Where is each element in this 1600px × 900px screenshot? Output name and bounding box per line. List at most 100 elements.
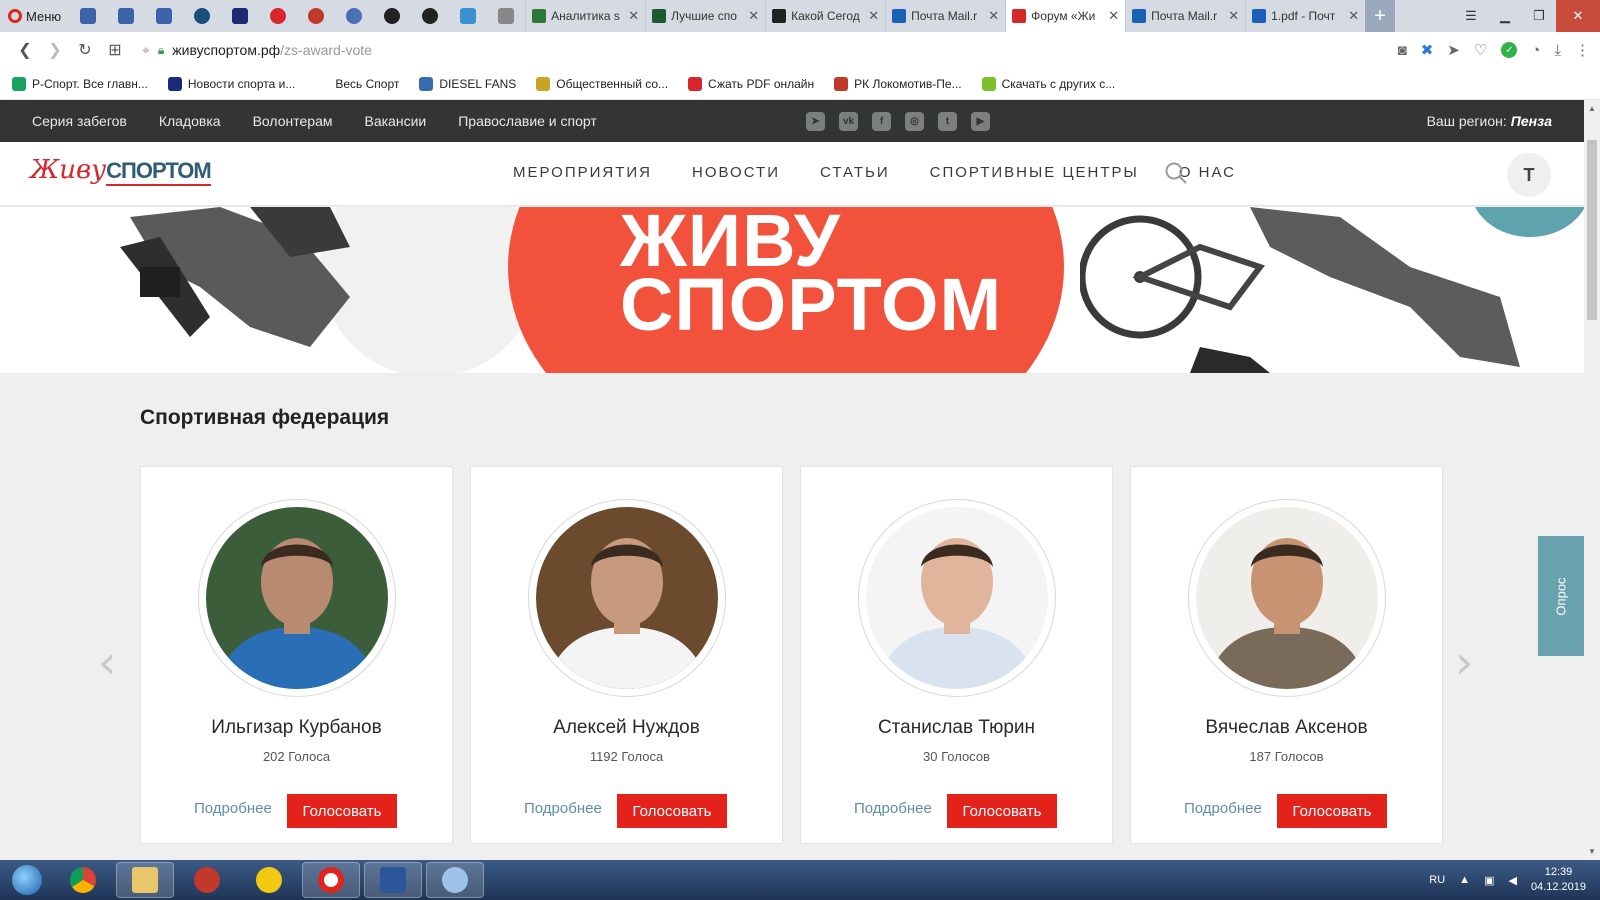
minimize-icon[interactable]: ▁ <box>1488 0 1522 32</box>
tab-close-icon[interactable]: ✕ <box>988 8 999 24</box>
pinned-tab[interactable] <box>411 0 449 32</box>
top-link[interactable]: Серия забегов <box>32 113 127 129</box>
details-link[interactable]: Подробнее <box>854 800 932 817</box>
bookmark-item[interactable]: РК Локомотив-Пе... <box>834 76 962 91</box>
bookmark-item[interactable]: Р-Спорт. Все главн... <box>12 76 148 91</box>
pinned-tab[interactable] <box>183 0 221 32</box>
nav-item[interactable]: НОВОСТИ <box>692 164 780 181</box>
carousel-next-icon[interactable]: › <box>1455 635 1473 689</box>
tab-close-icon[interactable]: ✕ <box>1108 8 1119 24</box>
page-scrollbar[interactable]: ▲ ▼ <box>1584 100 1600 860</box>
twitter-icon[interactable]: t <box>938 112 957 131</box>
start-button[interactable] <box>0 860 54 900</box>
download-icon[interactable]: ⤓ <box>1554 42 1561 59</box>
browser-tab[interactable]: Форум «Жи ✕ <box>1005 0 1126 32</box>
user-avatar[interactable]: Т <box>1507 153 1551 197</box>
bookmark-item[interactable]: Сжать PDF онлайн <box>688 76 814 91</box>
vote-button[interactable]: Голосовать <box>287 794 397 828</box>
browser-menu-icon[interactable]: ☰ <box>1454 0 1488 32</box>
vote-button[interactable]: Голосовать <box>947 794 1057 828</box>
volume-icon[interactable]: ◀ <box>1508 874 1516 887</box>
rss-icon[interactable]: ◔ <box>1531 42 1540 59</box>
taskbar-explorer[interactable] <box>116 862 174 898</box>
top-link[interactable]: Кладовка <box>159 113 221 129</box>
clock[interactable]: 12:39 04.12.2019 <box>1531 865 1586 895</box>
search-icon[interactable] <box>1165 162 1187 184</box>
back-icon[interactable]: ❮ <box>10 40 40 60</box>
pinned-tab[interactable] <box>373 0 411 32</box>
browser-tab[interactable]: Какой Сегод ✕ <box>765 0 885 32</box>
tab-close-icon[interactable]: ✕ <box>748 8 759 24</box>
scroll-thumb[interactable] <box>1587 140 1597 320</box>
taskbar-chrome[interactable] <box>54 862 112 898</box>
youtube-icon[interactable]: ▶ <box>971 112 990 131</box>
pinned-tab[interactable] <box>487 0 525 32</box>
browser-tab[interactable]: Лучшие спо ✕ <box>645 0 765 32</box>
pinned-tab[interactable] <box>297 0 335 32</box>
browser-tab[interactable]: Почта Mail.r ✕ <box>1125 0 1245 32</box>
browser-tab[interactable]: Почта Mail.r ✕ <box>885 0 1005 32</box>
top-link[interactable]: Православие и спорт <box>458 113 597 129</box>
details-link[interactable]: Подробнее <box>194 800 272 817</box>
reload-icon[interactable]: ↻ <box>70 40 100 60</box>
instagram-icon[interactable]: ◎ <box>905 112 924 131</box>
pinned-tab[interactable] <box>259 0 297 32</box>
facebook-icon[interactable]: f <box>872 112 891 131</box>
speed-dial-icon[interactable]: ⊞ <box>100 40 130 60</box>
top-link[interactable]: Волонтерам <box>253 113 333 129</box>
taskbar-app[interactable] <box>178 862 236 898</box>
tab-close-icon[interactable]: ✕ <box>868 8 879 24</box>
taskbar-word[interactable] <box>364 862 422 898</box>
vk-icon[interactable]: vk <box>839 112 858 131</box>
network-icon[interactable]: ▣ <box>1484 874 1494 887</box>
carousel-prev-icon[interactable]: ‹ <box>98 635 116 689</box>
poll-tab[interactable]: Опрос <box>1538 536 1584 656</box>
tab-close-icon[interactable]: ✕ <box>628 8 639 24</box>
region-selector[interactable]: Ваш регион: Пенза <box>1427 113 1552 129</box>
forward-icon[interactable]: ❯ <box>40 40 70 60</box>
site-logo[interactable]: Живу СПОРТОМ <box>30 155 212 186</box>
tab-close-icon[interactable]: ✕ <box>1228 8 1239 24</box>
vote-button[interactable]: Голосовать <box>617 794 727 828</box>
nav-item[interactable]: МЕРОПРИЯТИЯ <box>513 164 652 181</box>
pinned-tab[interactable] <box>69 0 107 32</box>
adblock-check-icon[interactable]: ✓ <box>1501 42 1518 58</box>
browser-tab[interactable]: 1.pdf - Почт ✕ <box>1245 0 1365 32</box>
scroll-up-icon[interactable]: ▲ <box>1584 104 1600 113</box>
send-icon[interactable]: ➤ <box>1447 41 1460 59</box>
details-link[interactable]: Подробнее <box>524 800 602 817</box>
more-menu-icon[interactable]: ⋮ <box>1575 41 1590 59</box>
pinned-tab[interactable] <box>145 0 183 32</box>
vote-button[interactable]: Голосовать <box>1277 794 1387 828</box>
taskbar-paint[interactable] <box>426 862 484 898</box>
camera-icon[interactable]: ◙ <box>1398 42 1407 59</box>
bookmark-item[interactable]: Общественный со... <box>536 76 668 91</box>
details-link[interactable]: Подробнее <box>1184 800 1262 817</box>
tab-close-icon[interactable]: ✕ <box>1348 8 1359 24</box>
language-indicator[interactable]: RU <box>1429 874 1445 886</box>
vpn-shield-icon[interactable]: ✖ <box>1421 41 1434 59</box>
taskbar-app[interactable] <box>240 862 298 898</box>
url-field[interactable]: ⌖ 🔒︎ живуспортом.рф/zs-award-vote <box>142 42 372 59</box>
pinned-tab[interactable] <box>221 0 259 32</box>
heart-icon[interactable]: ♡ <box>1474 41 1487 59</box>
pinned-tab[interactable] <box>449 0 487 32</box>
nav-item[interactable]: СПОРТИВНЫЕ ЦЕНТРЫ <box>930 164 1139 181</box>
pinned-tab[interactable] <box>107 0 145 32</box>
bookmark-item[interactable]: Скачать с других с... <box>981 76 1115 91</box>
top-link[interactable]: Вакансии <box>365 113 427 129</box>
bookmark-item[interactable]: Весь Спорт <box>315 76 399 91</box>
browser-tab[interactable]: Аналитика s ✕ <box>525 0 645 32</box>
nav-item[interactable]: О НАС <box>1179 164 1236 181</box>
nav-item[interactable]: СТАТЬИ <box>820 164 890 181</box>
tray-arrow-icon[interactable]: ▲ <box>1459 874 1470 886</box>
telegram-icon[interactable]: ➤ <box>806 112 825 131</box>
bookmark-item[interactable]: Новости спорта и... <box>167 76 295 91</box>
opera-menu-button[interactable]: Меню <box>0 0 69 32</box>
window-close-icon[interactable]: ✕ <box>1556 0 1600 32</box>
pinned-tab[interactable] <box>335 0 373 32</box>
bookmark-item[interactable]: DIESEL FANS <box>419 76 516 91</box>
new-tab-button[interactable]: + <box>1365 0 1396 32</box>
restore-icon[interactable]: ❐ <box>1522 0 1556 32</box>
taskbar-opera[interactable] <box>302 862 360 898</box>
